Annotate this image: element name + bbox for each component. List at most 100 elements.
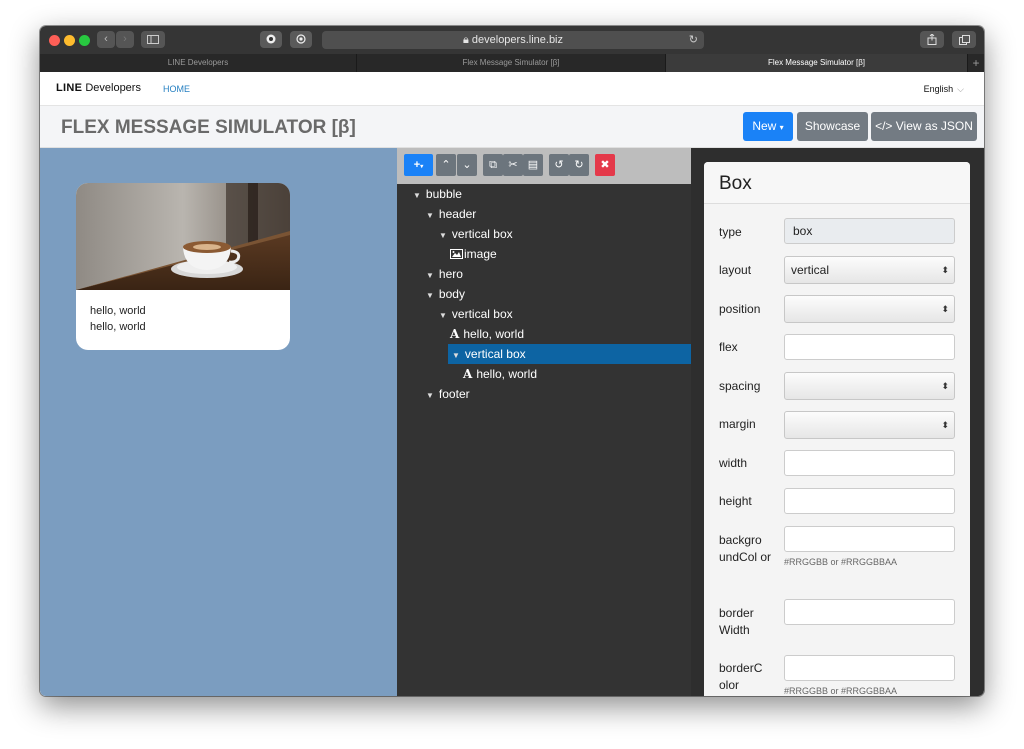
reload-icon[interactable]: ↻	[689, 31, 698, 49]
page-title: FLEX MESSAGE SIMULATOR [β]	[61, 117, 356, 138]
preview-text-1: hello, world	[90, 305, 146, 317]
line-developers-logo[interactable]: LINE Developers	[56, 82, 141, 94]
tab-bar: LINE Developers Flex Message Simulator […	[40, 54, 984, 72]
simulator-header: FLEX MESSAGE SIMULATOR [β] New ▾ Showcas…	[40, 106, 984, 148]
position-select[interactable]: ⬍	[784, 295, 955, 323]
tree-node-label: footer	[438, 387, 470, 401]
plus-icon: +	[972, 56, 980, 70]
move-down-button[interactable]: ⌄	[457, 154, 477, 176]
delete-button[interactable]: ✖	[595, 154, 615, 176]
copy-button[interactable]: ⧉	[483, 154, 503, 176]
language-label: English	[923, 84, 954, 94]
page: LINE Developers HOME English ⌵ FLEX MESSA…	[40, 72, 984, 696]
tab-line-developers[interactable]: LINE Developers	[40, 54, 357, 72]
zoom-window-button[interactable]	[79, 35, 90, 46]
tree-node-label: vertical box	[451, 227, 513, 241]
coffee-image	[76, 183, 290, 290]
properties-card-header: Box	[704, 162, 970, 204]
back-button[interactable]: ‹	[97, 31, 115, 48]
properties-title: Box	[719, 173, 752, 194]
flex-label: flex	[719, 340, 738, 354]
tab-flex-simulator-1[interactable]: Flex Message Simulator [β]	[357, 54, 666, 72]
properties-panel: Box type box layout vertical ⬍ position ⬍…	[691, 148, 984, 696]
share-button[interactable]	[920, 31, 944, 48]
new-button[interactable]: New ▾	[743, 112, 793, 141]
tree-node-label: hello, world	[476, 367, 538, 381]
cut-button[interactable]: ✂	[503, 154, 523, 176]
properties-card: Box type box layout vertical ⬍ position ⬍…	[704, 162, 970, 696]
new-tab-button[interactable]: +	[968, 54, 984, 72]
close-icon: ✖	[600, 159, 610, 171]
tabs-overview-button[interactable]	[952, 31, 976, 48]
close-window-button[interactable]	[49, 35, 60, 46]
preview-text-2: hello, world	[90, 321, 146, 333]
layout-value: vertical	[791, 263, 830, 277]
sidebar-icon	[147, 35, 159, 44]
copy-icon: ⧉	[489, 159, 497, 171]
sidebar-toggle-button[interactable]	[141, 31, 165, 48]
tree-node-footer[interactable]: ▼ footer	[426, 384, 470, 404]
type-label: type	[719, 225, 742, 239]
tree-node-body[interactable]: ▼ body	[426, 284, 465, 304]
margin-select[interactable]: ⬍	[784, 411, 955, 439]
minimize-window-button[interactable]	[64, 35, 75, 46]
border-color-input[interactable]	[784, 655, 955, 681]
chevron-left-icon: ‹	[104, 33, 108, 45]
tree-node-label: header	[438, 207, 477, 221]
background-color-label: backgro undCol or	[719, 533, 772, 564]
caret-down-icon: ▼	[413, 191, 421, 200]
width-label: width	[719, 456, 748, 470]
privacy-button[interactable]	[290, 31, 312, 48]
add-component-button[interactable]: +▾	[404, 154, 433, 176]
component-tree-panel: +▾ ⌃ ⌄ ⧉ ✂ ▤ ↺ ↻ ✖ ▼ bubble ▼ header ▼ vert…	[397, 148, 691, 696]
showcase-button[interactable]: Showcase	[797, 112, 868, 141]
tree-node-bubble[interactable]: ▼ bubble	[413, 184, 462, 204]
height-input[interactable]	[784, 488, 955, 514]
undo-button[interactable]: ↺	[549, 154, 569, 176]
select-arrows-icon: ⬍	[941, 304, 949, 314]
background-color-input[interactable]	[784, 526, 955, 552]
redo-button[interactable]: ↻	[569, 154, 589, 176]
select-arrows-icon: ⬍	[941, 420, 949, 430]
move-up-button[interactable]: ⌃	[436, 154, 456, 176]
view-as-json-button[interactable]: </> View as JSON	[871, 112, 977, 141]
tree-node-nested-text[interactable]: Ahello, world	[463, 364, 537, 384]
top-navigation: LINE Developers HOME English ⌵	[40, 72, 984, 106]
tab-flex-simulator-2[interactable]: Flex Message Simulator [β]	[666, 54, 968, 72]
tree-node-label: hero	[438, 267, 463, 281]
scissors-icon: ✂	[508, 159, 518, 171]
tree-node-text[interactable]: Ahello, world	[450, 324, 524, 344]
tree-node-label: image	[464, 247, 497, 261]
text-icon: A	[450, 327, 460, 341]
extension-button[interactable]	[260, 31, 282, 48]
tree-node-label: vertical box	[451, 307, 513, 321]
chevron-down-icon: ⌄	[462, 159, 472, 171]
layout-select[interactable]: vertical ⬍	[784, 256, 955, 284]
browser-window: ‹ › 🔒︎ developers.line.biz ↻ LINE Develo…	[40, 26, 984, 696]
address-bar[interactable]: 🔒︎ developers.line.biz ↻	[322, 31, 704, 49]
tab-label: LINE Developers	[167, 58, 229, 67]
language-selector[interactable]: English ⌵	[924, 84, 964, 95]
caret-down-icon: ▼	[452, 351, 460, 360]
tree-node-label: body	[438, 287, 465, 301]
tabs-icon	[958, 35, 970, 45]
bubble-preview[interactable]: hello, world hello, world	[76, 183, 290, 350]
border-color-label: borderC olor	[719, 661, 763, 692]
tree-node-hero[interactable]: ▼ hero	[426, 264, 463, 284]
tree-node-nested-vertical-box[interactable]: ▼ vertical box	[448, 344, 691, 364]
position-label: position	[719, 302, 761, 316]
flex-input[interactable]	[784, 334, 955, 360]
tree-node-body-vertical-box[interactable]: ▼ vertical box	[439, 304, 513, 324]
home-link[interactable]: HOME	[163, 84, 190, 94]
tree-node-header[interactable]: ▼ header	[426, 204, 476, 224]
paste-button[interactable]: ▤	[523, 154, 543, 176]
border-width-input[interactable]	[784, 599, 955, 625]
chevron-up-icon: ⌃	[441, 159, 451, 171]
caret-down-icon: ▼	[426, 211, 434, 220]
tree-node-image[interactable]: image	[450, 244, 497, 264]
width-input[interactable]	[784, 450, 955, 476]
forward-button[interactable]: ›	[116, 31, 134, 48]
chevron-right-icon: ›	[123, 33, 127, 45]
tree-node-header-vertical-box[interactable]: ▼ vertical box	[439, 224, 513, 244]
spacing-select[interactable]: ⬍	[784, 372, 955, 400]
